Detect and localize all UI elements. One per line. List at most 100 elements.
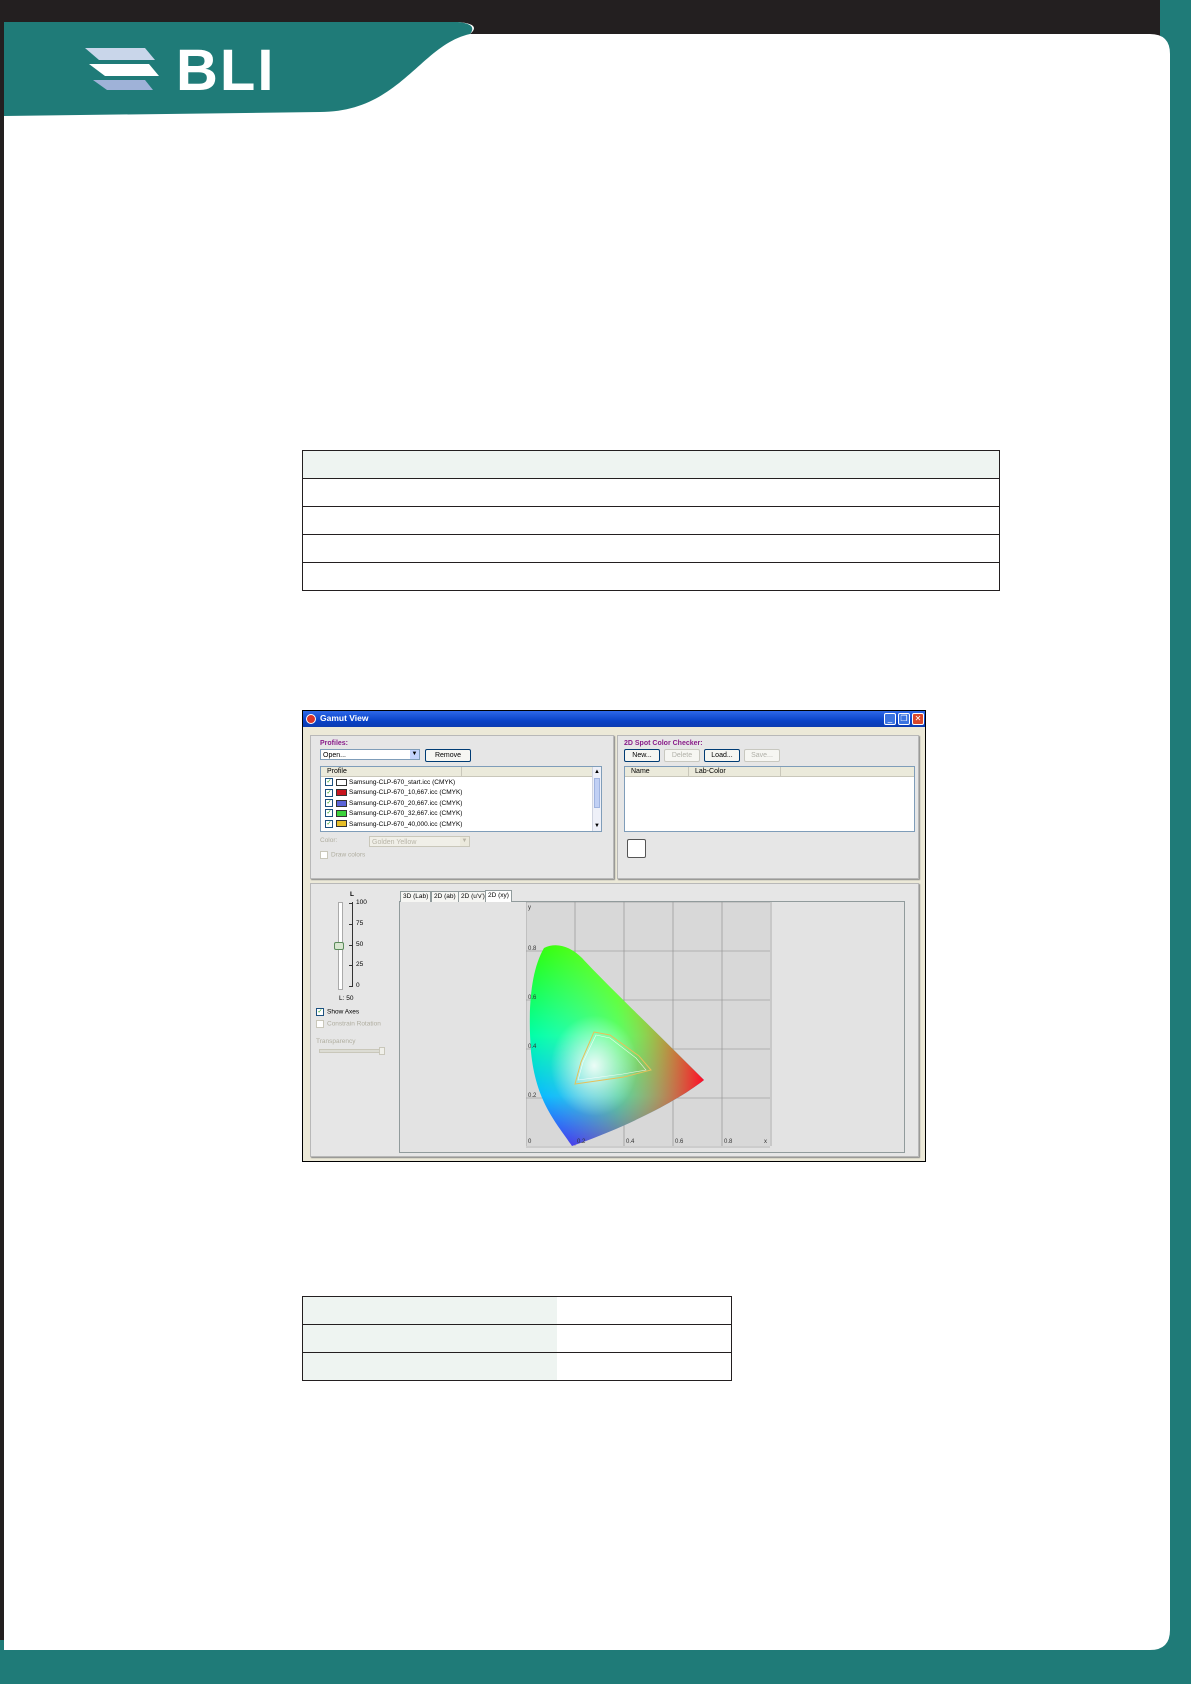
open-profile-combo[interactable]: Open... ▼ [320,749,420,760]
table-row [302,562,1000,591]
profile-label: Samsung-CLP-670_10,667.icc (CMYK) [349,789,463,797]
app-icon [306,714,316,724]
table-row [302,534,1000,563]
x-tick-label: 0.4 [626,1139,635,1145]
checkmark-icon[interactable]: ✓ [325,819,333,828]
chromaticity-diagram: y0.80.60.40.20 0.2 0.4 0.6 0.8 x [526,902,772,1148]
tab-4[interactable]: 2D (xy) [485,890,512,902]
title-bar: Gamut View _ ❐ ✕ [303,711,925,727]
show-axes-checkbox[interactable]: ✓ Show Axes [316,1008,359,1016]
profile-list-item[interactable]: ✓ Samsung-CLP-670_20,667.icc (CMYK) [325,799,462,809]
bli-logo-icon [85,48,159,90]
profile-swatch [336,809,347,817]
slider-tick-label: 100 [356,899,367,906]
checkmark-icon[interactable]: ✓ [325,809,333,818]
constrain-rotation-label: Constrain Rotation [327,1020,381,1028]
draw-colors-checkbox[interactable]: Draw colors [320,851,365,859]
scroll-down-icon[interactable]: ▼ [593,823,601,829]
y-axis-label: y [528,905,531,911]
checkmark-icon[interactable]: ✓ [325,788,333,797]
color-select[interactable]: Golden Yellow ▼ [369,836,470,847]
delete-button[interactable]: Delete [664,749,700,762]
slider-tick-label: 0 [356,982,360,990]
tab-3[interactable]: 2D (u'v') [458,891,488,902]
slider-tick [349,944,353,946]
spot-checker-group-label: 2D Spot Color Checker: [624,740,703,747]
detail-table [302,1296,732,1381]
chevron-down-icon: ▼ [410,750,419,759]
view-panel: L 100 75 50 25 0 L: 50 ✓ Show Axes Constrain … [310,883,919,1157]
tab-content: 3D (Lab) 2D (ab) 2D (u'v') 2D (xy) y 0.8… [399,890,905,1153]
minimize-icon[interactable]: _ [884,713,896,725]
slider-tick [349,923,353,925]
profile-list-item[interactable]: ✓ Samsung-CLP-670_10,667.icc (CMYK) [325,788,462,798]
load-button[interactable]: Load... [704,749,740,762]
close-icon[interactable]: ✕ [912,713,924,725]
remove-button[interactable]: Remove [425,749,471,762]
spot-color-list[interactable]: Name Lab-Color [624,766,915,832]
profile-label: Samsung-CLP-670_20,667.icc (CMYK) [349,799,463,807]
slider-tick-label: 75 [356,919,364,927]
maximize-icon[interactable]: ❐ [898,713,910,725]
profile-label: Samsung-CLP-670_start.icc (CMYK) [349,779,456,786]
name-column-label: Name [631,768,650,775]
scroll-up-icon[interactable]: ▲ [593,769,601,775]
new-button[interactable]: New... [624,749,660,762]
profile-label: Samsung-CLP-670_40,000.icc (CMYK) [349,820,463,828]
slider-tick [349,903,353,904]
profile-list[interactable]: Profile ✓ Samsung-CLP-670_start.icc (CMYK… [320,766,602,832]
table-row [302,1296,732,1325]
transparency-slider[interactable] [319,1049,385,1053]
profile-swatch [336,799,347,807]
tab-2[interactable]: 2D (ab) [431,891,459,902]
y-tick-label: 0.4 [528,1044,537,1050]
profile-list-item[interactable]: ✓ Samsung-CLP-670_32,667.icc (CMYK) [325,809,462,819]
summary-table [302,450,1000,591]
draw-colors-label: Draw colors [331,851,366,859]
slider-tick [349,965,353,967]
table-row [302,1352,732,1381]
logo-text: BLI [176,38,276,103]
x-tick-label: 0.8 [724,1139,733,1145]
slider-tick-label: 50 [356,940,364,948]
lightness-slider-title: L [350,891,354,898]
checkbox-icon [316,1020,324,1028]
checkbox-icon [320,851,328,859]
color-swatch-preview[interactable] [627,839,646,858]
profile-column-header: Profile [321,767,593,777]
scroll-thumb[interactable] [594,778,600,808]
save-button[interactable]: Save... [744,749,780,762]
profiles-panel: Profiles: Open... ▼ Remove Profile ✓ Sams… [310,735,614,879]
profile-list-scrollbar[interactable]: ▲ ▼ [592,767,601,831]
lab-color-column-label: Lab-Color [695,768,726,775]
gamut-view-window: Gamut View _ ❐ ✕ Profiles: Open... ▼ Rem… [302,710,926,1162]
y-tick-label: 0.2 [528,1093,537,1099]
y-tick-label: 0.8 [528,946,537,952]
show-axes-label: Show Axes [327,1008,360,1016]
slider-tick [349,986,353,988]
color-label: Color: [320,837,338,844]
table-row [302,478,1000,507]
slider-tick-label: 25 [356,961,364,969]
lightness-value: L: 50 [339,995,354,1002]
profiles-group-label: Profiles: [320,740,349,747]
profile-swatch [336,820,347,828]
table-row [302,1324,732,1353]
profile-swatch [336,789,347,797]
spot-list-header: Name Lab-Color [625,767,914,777]
x-tick-label: 0.2 [577,1139,586,1145]
constrain-rotation-checkbox[interactable]: Constrain Rotation [316,1020,381,1028]
checkmark-icon[interactable]: ✓ [325,799,333,808]
profile-swatch [336,778,347,786]
window-title: Gamut View [320,713,369,723]
profile-list-item[interactable]: ✓ Samsung-CLP-670_start.icc (CMYK) [325,778,455,788]
tab-1[interactable]: 3D (Lab) [400,891,432,902]
spot-checker-panel: 2D Spot Color Checker: New... Delete Loa… [617,735,919,879]
table-row [302,450,1000,479]
checkmark-icon: ✓ [316,1008,324,1016]
x-tick-label: 0.6 [675,1139,684,1145]
checkmark-icon[interactable]: ✓ [325,778,333,787]
lightness-slider-thumb[interactable] [334,942,344,950]
transparency-thumb[interactable] [379,1047,385,1055]
profile-list-item[interactable]: ✓ Samsung-CLP-670_40,000.icc (CMYK) [325,819,463,830]
